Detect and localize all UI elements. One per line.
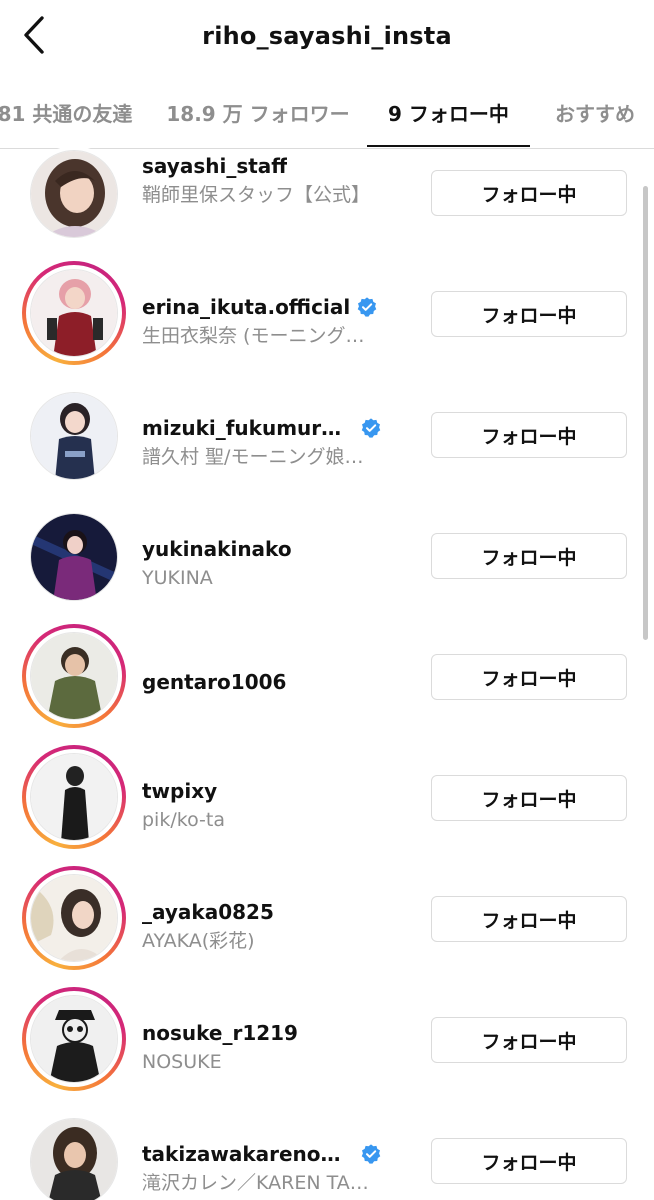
tab-followers[interactable]: 18.9 万 フォロワー (156, 78, 360, 146)
avatar[interactable] (22, 866, 126, 970)
avatar[interactable] (22, 261, 126, 365)
list-item[interactable]: yukinakinako YUKINA フォロー中 (0, 497, 654, 618)
verified-badge-icon (361, 418, 381, 438)
username[interactable]: yukinakinako (142, 537, 292, 561)
tab-suggested[interactable]: おすすめ (540, 78, 650, 146)
full-name: 譜久村 聖/モーニング娘… (142, 446, 364, 468)
avatar[interactable] (22, 148, 126, 246)
scrollbar[interactable] (643, 186, 648, 640)
follow-tabs: 81 共通の友達 18.9 万 フォロワー 9 フォロー中 おすすめ (0, 78, 654, 149)
top-header: riho_sayashi_insta (0, 0, 654, 78)
following-button[interactable]: フォロー中 (431, 533, 627, 579)
avatar[interactable] (22, 384, 126, 488)
account-info: mizuki_fukumura.... 譜久村 聖/モーニング娘… (142, 414, 412, 470)
account-info: twpixy pik/ko-ta (142, 777, 412, 833)
full-name: NOSUKE (142, 1051, 222, 1073)
avatar[interactable] (22, 624, 126, 728)
account-info: sayashi_staff 鞘師里保スタッフ【公式】 (142, 152, 412, 208)
username[interactable]: sayashi_staff (142, 154, 287, 178)
profile-photo (30, 392, 118, 480)
profile-photo (30, 1118, 118, 1200)
page-title: riho_sayashi_insta (202, 22, 452, 50)
following-button[interactable]: フォロー中 (431, 1138, 627, 1184)
following-button[interactable]: フォロー中 (431, 775, 627, 821)
list-item[interactable]: _ayaka0825 AYAKA(彩花) フォロー中 (0, 860, 654, 981)
list-item[interactable]: gentaro1006 フォロー中 (0, 618, 654, 739)
profile-photo (30, 874, 118, 962)
username[interactable]: _ayaka0825 (142, 900, 274, 924)
full-name: YUKINA (142, 567, 213, 589)
avatar[interactable] (22, 1110, 126, 1200)
profile-photo (30, 513, 118, 601)
username[interactable]: mizuki_fukumura.... (142, 416, 354, 440)
list-item[interactable]: nosuke_r1219 NOSUKE フォロー中 (0, 981, 654, 1102)
following-list[interactable]: sayashi_staff 鞘師里保スタッフ【公式】 フォロー中 erina_i… (0, 148, 654, 1200)
full-name: 生田衣梨奈 (モーニング… (142, 325, 365, 347)
following-button[interactable]: フォロー中 (431, 1017, 627, 1063)
tab-label: おすすめ (555, 101, 635, 126)
username[interactable]: erina_ikuta.official (142, 295, 350, 319)
avatar[interactable] (22, 505, 126, 609)
list-item[interactable]: mizuki_fukumura.... 譜久村 聖/モーニング娘… フォロー中 (0, 376, 654, 497)
following-button[interactable]: フォロー中 (431, 412, 627, 458)
account-info: takizawakarenoffi... 滝沢カレン／KAREN TA… (142, 1140, 412, 1196)
profile-photo (30, 632, 118, 720)
tab-label: 81 共通の友達 (0, 101, 133, 126)
full-name: AYAKA(彩花) (142, 930, 255, 952)
username[interactable]: takizawakarenoffi... (142, 1142, 354, 1166)
verified-badge-icon (361, 1144, 381, 1164)
tab-label: 9 フォロー中 (388, 101, 509, 126)
tab-label: 18.9 万 フォロワー (166, 101, 350, 126)
account-info: gentaro1006 (142, 668, 412, 696)
account-info: nosuke_r1219 NOSUKE (142, 1019, 412, 1075)
account-info: _ayaka0825 AYAKA(彩花) (142, 898, 412, 954)
following-button[interactable]: フォロー中 (431, 896, 627, 942)
username[interactable]: twpixy (142, 779, 217, 803)
avatar[interactable] (22, 987, 126, 1091)
list-item[interactable]: erina_ikuta.official 生田衣梨奈 (モーニング… フォロー中 (0, 255, 654, 376)
profile-photo (30, 753, 118, 841)
tab-mutual-friends[interactable]: 81 共通の友達 (0, 78, 150, 146)
following-button[interactable]: フォロー中 (431, 170, 627, 216)
full-name: 滝沢カレン／KAREN TA… (142, 1172, 369, 1194)
tab-following[interactable]: 9 フォロー中 (367, 78, 530, 147)
username[interactable]: nosuke_r1219 (142, 1021, 298, 1045)
profile-photo (30, 269, 118, 357)
username[interactable]: gentaro1006 (142, 670, 286, 694)
active-tab-indicator (367, 145, 530, 147)
list-item[interactable]: twpixy pik/ko-ta フォロー中 (0, 739, 654, 860)
following-button[interactable]: フォロー中 (431, 291, 627, 337)
profile-photo (30, 150, 118, 238)
list-item[interactable]: takizawakarenoffi... 滝沢カレン／KAREN TA… フォロ… (0, 1102, 654, 1200)
verified-badge-icon (357, 297, 377, 317)
account-info: erina_ikuta.official 生田衣梨奈 (モーニング… (142, 293, 412, 349)
full-name: pik/ko-ta (142, 809, 225, 831)
profile-photo (30, 995, 118, 1083)
following-button[interactable]: フォロー中 (431, 654, 627, 700)
avatar[interactable] (22, 745, 126, 849)
account-info: yukinakinako YUKINA (142, 535, 412, 591)
list-item[interactable]: sayashi_staff 鞘師里保スタッフ【公式】 フォロー中 (0, 148, 654, 255)
full-name: 鞘師里保スタッフ【公式】 (142, 184, 371, 206)
